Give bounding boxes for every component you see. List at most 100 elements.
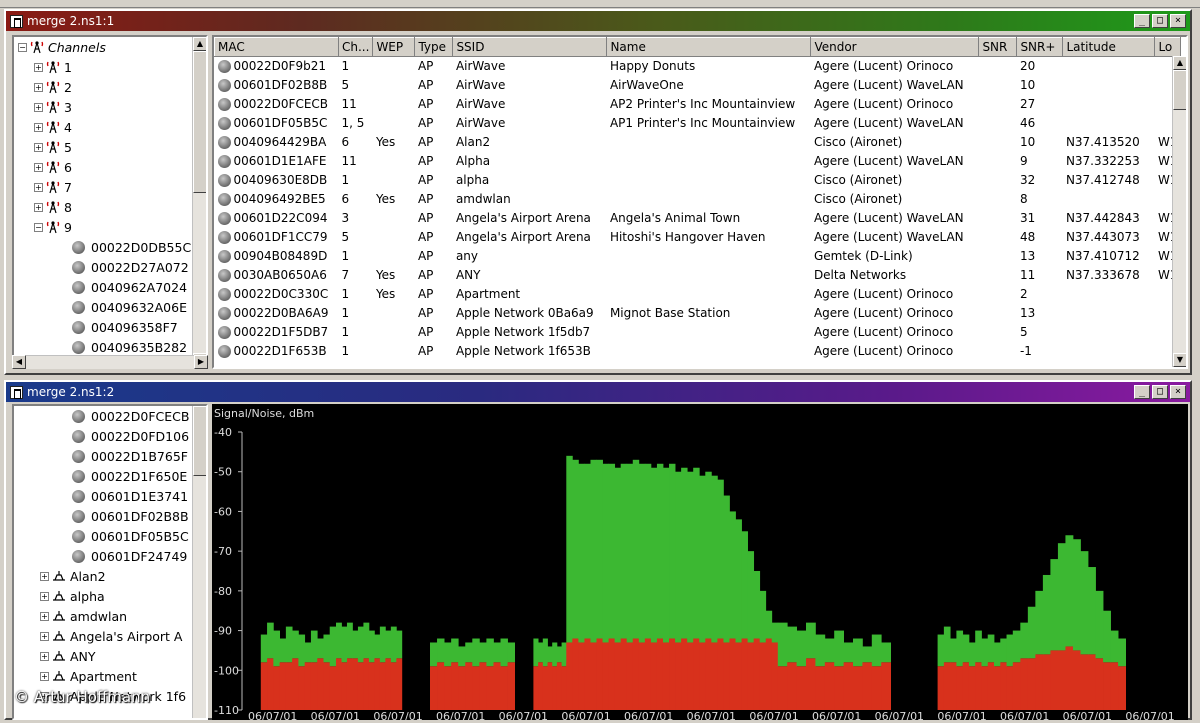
- expand-icon[interactable]: +: [34, 102, 43, 112]
- expand-icon[interactable]: +: [34, 142, 43, 152]
- expand-icon[interactable]: +: [34, 62, 43, 72]
- tree-mac-node[interactable]: 00022D1F650E: [14, 466, 192, 486]
- tree-mac-node[interactable]: 004096358F7: [14, 317, 192, 337]
- scroll-down-arrow-icon[interactable]: ▼: [1173, 353, 1186, 367]
- tree-scrollbar[interactable]: ▲ ▼: [192, 37, 206, 367]
- expand-icon[interactable]: +: [34, 162, 43, 172]
- close-button[interactable]: ×: [1170, 14, 1186, 28]
- table-row[interactable]: 00022D0F9b21 1 AP AirWave Happy Donuts Agere …: [215, 57, 1181, 76]
- tree-ssid-node[interactable]: + amdwlan: [14, 606, 192, 626]
- networks-window-titlebar[interactable]: merge 2.ns1:1 _ □ ×: [6, 11, 1190, 31]
- tree-mac-node[interactable]: 00409635B282: [14, 337, 192, 357]
- scroll-left-arrow-icon[interactable]: ◀: [12, 355, 26, 369]
- tree-mac-node[interactable]: 00022D0FD106: [14, 426, 192, 446]
- table-row[interactable]: 00601DF02B8B 5 AP AirWave AirWaveOne Agere (L…: [215, 76, 1181, 95]
- tree-mac-node[interactable]: 00601DF02B8B: [14, 506, 192, 526]
- column-header[interactable]: Ch...: [337, 37, 374, 57]
- tree-scrollbar[interactable]: [192, 406, 206, 718]
- table-row[interactable]: 00022D0C330C 1 Yes AP Apartment Agere (Lucent…: [215, 285, 1181, 304]
- table-row[interactable]: 00601DF1CC79 5 AP Angela's Airport Arena Hit…: [215, 228, 1181, 247]
- tree-channel-node[interactable]: +8: [14, 197, 192, 217]
- tree-mac-node[interactable]: 00601DF05B5C: [14, 526, 192, 546]
- expand-icon[interactable]: +: [40, 571, 49, 581]
- column-header[interactable]: WEP: [372, 37, 416, 57]
- column-header[interactable]: Latitude: [1062, 37, 1156, 57]
- tree-channel-node[interactable]: +6: [14, 157, 192, 177]
- tree-ssid-node[interactable]: + alpha: [14, 586, 192, 606]
- scroll-right-arrow-icon[interactable]: ▶: [194, 355, 208, 369]
- tree-mac-node[interactable]: 00022D27A072: [14, 257, 192, 277]
- table-row[interactable]: 00022D0BA6A9 1 AP Apple Network 0Ba6a9 Migno…: [215, 304, 1181, 323]
- table-row[interactable]: 00601D22C094 3 AP Angela's Airport Arena Ang…: [215, 209, 1181, 228]
- tree-mac-node[interactable]: 0040962A7024: [14, 277, 192, 297]
- collapse-icon[interactable]: −: [34, 222, 43, 232]
- column-header[interactable]: SNR: [978, 37, 1018, 57]
- tree-channel-node[interactable]: +3: [14, 97, 192, 117]
- table-row[interactable]: 0040964429BA 6 Yes AP Alan2 Cisco (Aironet) 10…: [215, 133, 1181, 152]
- tree-channel-node[interactable]: −9: [14, 217, 192, 237]
- table-row[interactable]: 00022D1F5DB7 1 AP Apple Network 1f5db7 Agere…: [215, 323, 1181, 342]
- maximize-button[interactable]: □: [1152, 14, 1168, 28]
- expand-icon[interactable]: +: [34, 202, 43, 212]
- column-header[interactable]: Vendor: [810, 37, 980, 57]
- tree-mac-node[interactable]: 00601D1E3741: [14, 486, 192, 506]
- collapse-icon[interactable]: −: [18, 42, 27, 52]
- column-header[interactable]: SNR+: [1016, 37, 1064, 57]
- mac-cell: 00904B08489D: [215, 247, 339, 266]
- column-header[interactable]: Type: [414, 37, 454, 57]
- tree-mac-node[interactable]: 00601DF24749: [14, 546, 192, 566]
- scroll-up-arrow-icon[interactable]: ▲: [1173, 56, 1186, 70]
- signal-window-titlebar[interactable]: merge 2.ns1:2 _ □ ×: [6, 382, 1190, 402]
- expand-icon[interactable]: +: [40, 591, 49, 601]
- expand-icon[interactable]: +: [40, 611, 49, 621]
- column-header[interactable]: MAC: [214, 37, 339, 57]
- scroll-thumb[interactable]: [193, 406, 206, 476]
- access-point-icon: [72, 340, 85, 354]
- tree-ssid-node[interactable]: + Angela's Airport A: [14, 626, 192, 646]
- minimize-button[interactable]: _: [1134, 14, 1150, 28]
- expand-icon[interactable]: +: [40, 671, 49, 681]
- tree-mac-node[interactable]: 00022D1B765F: [14, 446, 192, 466]
- tree-mac-node[interactable]: 00409632A06E: [14, 297, 192, 317]
- tree-mac-node[interactable]: 00022D0DB55C: [14, 237, 192, 257]
- expand-icon[interactable]: +: [34, 82, 43, 92]
- column-header[interactable]: Name: [606, 37, 812, 57]
- column-header[interactable]: Lo: [1154, 37, 1181, 57]
- tree-channel-node[interactable]: +5: [14, 137, 192, 157]
- table-row[interactable]: 0030AB0650A6 7 Yes AP ANY Delta Networks 11 N37…: [215, 266, 1181, 285]
- wep-cell: [373, 114, 415, 133]
- table-row[interactable]: 00601DF05B5C 1, 5 AP AirWave AP1 Printer's I…: [215, 114, 1181, 133]
- table-row[interactable]: 00022D1F653B 1 AP Apple Network 1f653B Agere…: [215, 342, 1181, 361]
- network-icon: [53, 611, 65, 621]
- minimize-button[interactable]: _: [1134, 385, 1150, 399]
- mac-cell: 004096492BE5: [215, 190, 339, 209]
- tree-ssid-node[interactable]: + ANY: [14, 646, 192, 666]
- expand-icon[interactable]: +: [40, 651, 49, 661]
- table-row[interactable]: 00601D1E1AFE 11 AP Alpha Agere (Lucent) Wave…: [215, 152, 1181, 171]
- expand-icon[interactable]: +: [40, 631, 49, 641]
- expand-icon[interactable]: +: [34, 182, 43, 192]
- tree-hscrollbar[interactable]: ◀ ▶: [12, 355, 208, 369]
- tree-mac-node[interactable]: 00022D0FCECB: [14, 406, 192, 426]
- tree-ssid-node[interactable]: + Alan2: [14, 566, 192, 586]
- table-row[interactable]: 00904B08489D 1 AP any Gemtek (D-Link) 13 N37.4…: [215, 247, 1181, 266]
- scroll-thumb[interactable]: [193, 51, 206, 193]
- tree-channel-node[interactable]: +4: [14, 117, 192, 137]
- table-row[interactable]: 00022D0FCECB 11 AP AirWave AP2 Printer's Inc…: [215, 95, 1181, 114]
- maximize-button[interactable]: □: [1152, 385, 1168, 399]
- tree-channel-node[interactable]: +7: [14, 177, 192, 197]
- scroll-thumb[interactable]: [1173, 70, 1186, 110]
- scroll-up-arrow-icon[interactable]: ▲: [193, 37, 206, 51]
- column-header[interactable]: SSID: [452, 37, 608, 57]
- tree-channel-node[interactable]: +1: [14, 57, 192, 77]
- tree-node-label: 9: [64, 219, 72, 235]
- tree-channel-node[interactable]: +2: [14, 77, 192, 97]
- table-row[interactable]: 00409630E8DB 1 AP alpha Cisco (Aironet) 32 N37…: [215, 171, 1181, 190]
- table-row[interactable]: 004096492BE5 6 Yes AP amdwlan Cisco (Aironet)…: [215, 190, 1181, 209]
- close-button[interactable]: ×: [1170, 385, 1186, 399]
- tree-ssid-node[interactable]: + Apartment: [14, 666, 192, 686]
- expand-icon[interactable]: +: [34, 122, 43, 132]
- tree-root-channels[interactable]: − Channels: [14, 37, 192, 57]
- table-scrollbar[interactable]: ▲ ▼: [1172, 56, 1186, 367]
- tree-node-label: 0040962A7024: [91, 279, 188, 295]
